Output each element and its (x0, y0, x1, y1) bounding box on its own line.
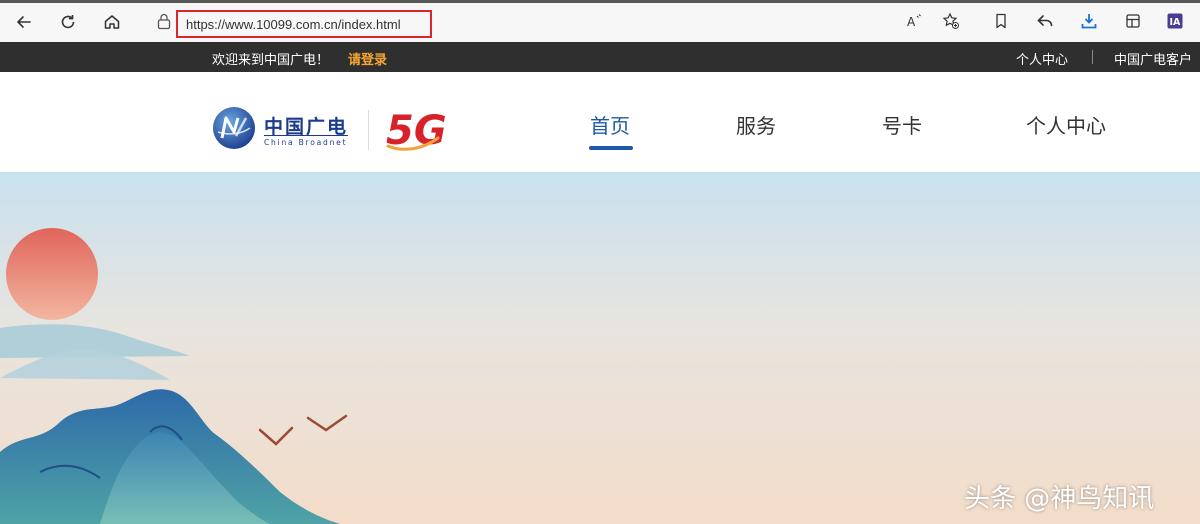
logo-5g-icon: 5G (386, 108, 447, 154)
site-header: 中国广电 China Broadnet 5G 首页 服务 号卡 个人中心 (0, 72, 1200, 172)
nav-number-card[interactable]: 号卡 (882, 110, 922, 139)
url-text[interactable]: https://www.10099.com.cn/index.html (176, 10, 432, 38)
collections-icon[interactable] (1122, 10, 1144, 32)
svg-text:A: A (907, 15, 916, 29)
favorite-add-icon[interactable] (940, 10, 962, 32)
share-icon[interactable] (1034, 10, 1056, 32)
svg-text:IA: IA (1170, 17, 1182, 28)
china-broadnet-logo-icon[interactable] (212, 106, 256, 150)
nav-active-indicator (589, 146, 633, 150)
nav-home[interactable]: 首页 (590, 110, 630, 139)
nav-services[interactable]: 服务 (736, 110, 776, 139)
favorites-icon[interactable] (990, 10, 1012, 32)
refresh-icon[interactable] (56, 10, 80, 34)
logo-english-text: China Broadnet (264, 138, 348, 147)
welcome-text: 欢迎来到中国广电！ (212, 53, 330, 68)
logo-separator (368, 110, 369, 150)
bird-icon (306, 414, 348, 432)
lock-icon[interactable] (156, 12, 172, 30)
back-icon[interactable] (12, 10, 36, 34)
topbar-divider (1092, 50, 1093, 64)
login-link[interactable]: 请登录 (348, 49, 387, 68)
personal-center-link[interactable]: 个人中心 (1016, 49, 1068, 68)
client-link[interactable]: 中国广电客户 (1114, 49, 1192, 68)
site-topbar: 欢迎来到中国广电！ 请登录 个人中心 中国广电客户 (0, 42, 1200, 72)
address-bar[interactable]: https://www.10099.com.cn/index.html (140, 6, 870, 38)
hero-landscape-illustration (0, 228, 348, 524)
nav-personal-center[interactable]: 个人中心 (1026, 110, 1106, 139)
read-aloud-icon[interactable]: A (904, 10, 926, 32)
browser-toolbar: https://www.10099.com.cn/index.html A IA (0, 0, 1200, 43)
home-icon[interactable] (100, 10, 124, 34)
logo-divider-line (264, 135, 348, 136)
hero-banner: 头条 @神鸟知讯 (0, 172, 1200, 524)
watermark-text: 头条 @神鸟知讯 (964, 484, 1155, 514)
extension-icon[interactable]: IA (1164, 10, 1186, 32)
sun-icon (6, 228, 98, 320)
download-icon[interactable] (1078, 10, 1100, 32)
bird-icon (258, 426, 294, 446)
